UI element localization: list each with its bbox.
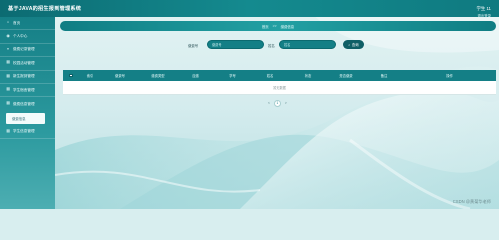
grid-icon: ▦: [6, 101, 10, 106]
breadcrumb-home[interactable]: 首页: [262, 24, 269, 29]
sidebar-item-label: 学生宿舍管理: [13, 87, 35, 92]
logout-link[interactable]: 退出登录: [477, 13, 491, 18]
column-header: 缴费号: [115, 74, 125, 78]
name-input[interactable]: 姓名: [279, 40, 336, 49]
column-header: 学号: [229, 74, 236, 78]
breadcrumb-current: 缴费信息: [280, 24, 295, 29]
column-header: 应缴: [192, 74, 199, 78]
next-page-button[interactable]: >: [285, 101, 287, 105]
pagination: < 1 >: [268, 99, 287, 107]
breadcrumb-separator: >>: [272, 24, 277, 28]
background: [0, 0, 499, 209]
grid-icon: ▦: [6, 129, 10, 134]
sidebar-item-payment-info[interactable]: ▦ 缴费信息管理: [0, 97, 55, 110]
grid-icon: ▦: [6, 73, 10, 78]
sidebar-item-label: 学生信息管理: [13, 129, 35, 134]
page-number[interactable]: 1: [273, 99, 281, 107]
sidebar-item-dormitory[interactable]: ▦ 学生宿舍管理: [0, 84, 55, 98]
select-all-cell: [63, 70, 79, 81]
column-header: 状态: [304, 74, 312, 78]
sidebar-item-label: 首页: [13, 20, 21, 25]
name-label: 姓名: [268, 43, 275, 48]
column-header: 缴费类型: [151, 74, 165, 78]
sidebar-item-campus-activities[interactable]: ▦ 校园活动管理: [0, 57, 55, 71]
sidebar-item-student-info[interactable]: ▦ 学生信息管理: [0, 126, 55, 140]
grid-icon: ▦: [6, 87, 10, 92]
column-header: 备注: [380, 74, 388, 78]
home-icon: ⌂: [6, 20, 10, 25]
sidebar-item-home[interactable]: ⌂ 首页: [0, 17, 55, 31]
calendar-icon: ▦: [6, 60, 10, 65]
sidebar-item-enrollment[interactable]: ▦ 新生报到管理: [0, 71, 55, 84]
top-bar: 基于JAVA的招生报到管理系统 学生 11 退出登录: [0, 0, 499, 18]
app-title: 基于JAVA的招生报到管理系统: [8, 6, 82, 12]
payment-no-label: 缴费号: [188, 43, 199, 48]
column-header: 姓名: [266, 74, 274, 78]
column-header: 索引: [86, 74, 94, 78]
user-label[interactable]: 学生 11: [476, 6, 491, 12]
table-header: 索引 缴费号 缴费类型 应缴 学号 姓名 状态 是否缴费 备注 操作: [63, 70, 496, 81]
search-icon: ⌕: [348, 42, 351, 47]
search-button-label: 查询: [351, 43, 359, 47]
search-bar: 缴费号 缴费号 姓名 姓名 ⌕ 查询: [0, 40, 499, 50]
sidebar-subitem-payment-info[interactable]: 缴费信息: [6, 112, 45, 124]
data-table: 索引 缴费号 缴费类型 应缴 学号 姓名 状态 是否缴费 备注 操作 暂无数据: [63, 70, 496, 95]
watermark: CSDN @黄菊华老师: [452, 199, 491, 204]
column-header: 操作: [446, 74, 453, 78]
search-button[interactable]: ⌕ 查询: [343, 40, 364, 49]
breadcrumb: 首页 >> 缴费信息: [60, 21, 496, 31]
sidebar-item-label: 个人中心: [13, 34, 28, 39]
sidebar-item-label: 缴费信息管理: [13, 101, 35, 106]
sidebar-item-label: 校园活动管理: [13, 60, 35, 65]
prev-page-button[interactable]: <: [268, 101, 270, 105]
empty-text: 暂无数据: [273, 86, 286, 90]
sidebar-item-label: 新生报到管理: [13, 74, 35, 79]
select-all-checkbox[interactable]: [69, 73, 73, 78]
payment-no-input[interactable]: 缴费号: [207, 40, 264, 49]
user-icon: ◉: [6, 33, 10, 38]
column-header: 是否缴费: [339, 74, 353, 78]
background-waves: [54, 0, 499, 209]
table-empty-row: 暂无数据: [63, 81, 496, 95]
